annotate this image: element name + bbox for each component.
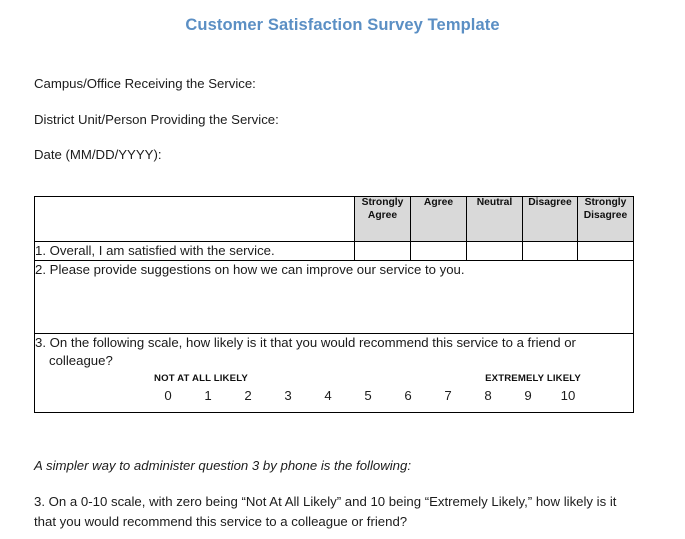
table-header-strongly-disagree: Strongly Disagree: [577, 196, 634, 242]
survey-table: Strongly Agree Agree Neutral Disagree St…: [34, 196, 634, 413]
table-header-blank-cell: [34, 196, 355, 242]
scale-option-4[interactable]: 4: [313, 387, 343, 405]
question-1-answer-strongly-disagree[interactable]: [577, 241, 634, 261]
likelihood-scale: NOT AT ALL LIKELY EXTREMELY LIKELY 0 1 2…: [153, 373, 583, 405]
question-1-answer-strongly-agree[interactable]: [354, 241, 411, 261]
scale-option-10[interactable]: 10: [553, 387, 583, 405]
table-row-question-3: 3. On the following scale, how likely is…: [34, 333, 634, 413]
scale-option-1[interactable]: 1: [193, 387, 223, 405]
question-1-text: 1. Overall, I am satisfied with the serv…: [34, 241, 355, 261]
table-header-agree: Agree: [410, 196, 467, 242]
table-header-strongly-agree: Strongly Agree: [354, 196, 411, 242]
survey-document-page: Customer Satisfaction Survey Template Ca…: [0, 0, 685, 539]
form-field-district-unit: District Unit/Person Providing the Servi…: [34, 112, 279, 127]
table-row-question-1: 1. Overall, I am satisfied with the serv…: [34, 241, 634, 261]
scale-anchor-labels: NOT AT ALL LIKELY EXTREMELY LIKELY: [153, 373, 583, 386]
scale-option-9[interactable]: 9: [513, 387, 543, 405]
scale-option-0[interactable]: 0: [153, 387, 183, 405]
scale-anchor-not-at-all-likely: NOT AT ALL LIKELY: [154, 373, 248, 385]
question-2-text: 2. Please provide suggestions on how we …: [35, 262, 465, 277]
scale-option-5[interactable]: 5: [353, 387, 383, 405]
question-2-cell[interactable]: 2. Please provide suggestions on how we …: [34, 260, 634, 334]
scale-option-2[interactable]: 2: [233, 387, 263, 405]
scale-option-6[interactable]: 6: [393, 387, 423, 405]
question-1-answer-neutral[interactable]: [466, 241, 523, 261]
table-row-question-2: 2. Please provide suggestions on how we …: [34, 260, 634, 334]
question-3-text: 3. On the following scale, how likely is…: [35, 335, 576, 368]
page-title: Customer Satisfaction Survey Template: [185, 16, 500, 34]
form-field-date: Date (MM/DD/YYYY):: [34, 147, 162, 162]
scale-option-3[interactable]: 3: [273, 387, 303, 405]
scale-anchor-extremely-likely: EXTREMELY LIKELY: [485, 373, 581, 385]
scale-number-row: 0 1 2 3 4 5 6 7 8 9 10: [153, 387, 583, 405]
question-3-cell: 3. On the following scale, how likely is…: [34, 333, 634, 413]
table-header-neutral: Neutral: [466, 196, 523, 242]
footer-paragraph: 3. On a 0-10 scale, with zero being “Not…: [34, 494, 617, 530]
table-header-row: Strongly Agree Agree Neutral Disagree St…: [34, 196, 634, 242]
scale-option-7[interactable]: 7: [433, 387, 463, 405]
footer-note: A simpler way to administer question 3 b…: [34, 458, 412, 473]
question-1-answer-disagree[interactable]: [522, 241, 578, 261]
scale-option-8[interactable]: 8: [473, 387, 503, 405]
question-1-answer-agree[interactable]: [410, 241, 467, 261]
table-header-disagree: Disagree: [522, 196, 578, 242]
form-field-campus-office: Campus/Office Receiving the Service:: [34, 76, 256, 91]
